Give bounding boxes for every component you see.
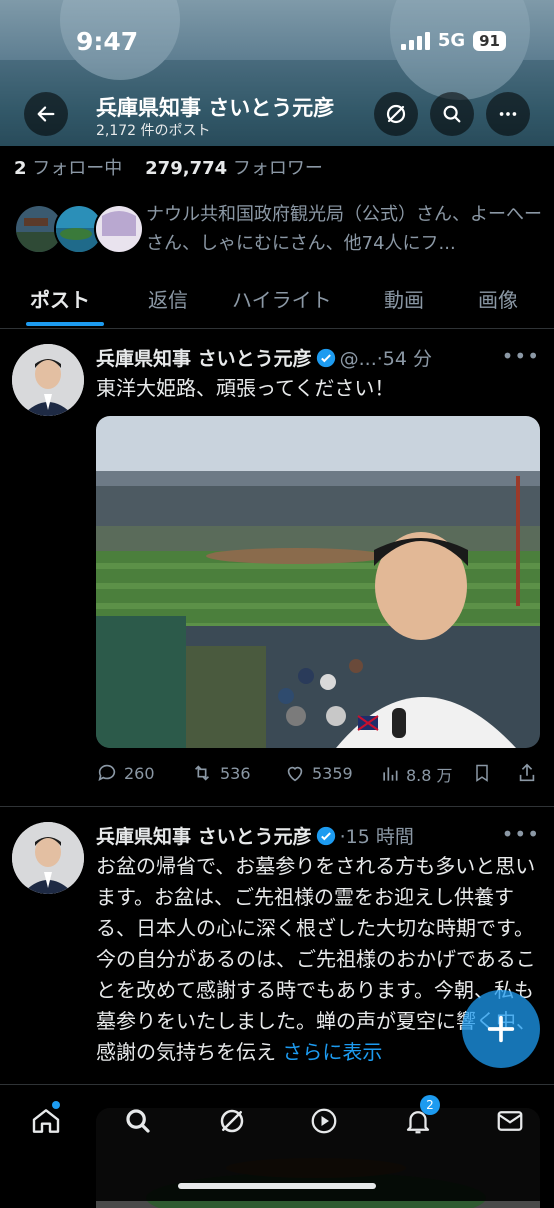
status-time: 9:47 (76, 27, 139, 56)
plus-icon (487, 1015, 515, 1043)
arrow-left-icon (37, 106, 55, 122)
reply-button[interactable]: 260 (96, 762, 155, 784)
avatar (94, 204, 144, 254)
compose-button[interactable] (462, 990, 540, 1068)
more-options-button[interactable] (486, 92, 530, 136)
avatar[interactable] (12, 822, 84, 894)
avatar[interactable] (12, 344, 84, 416)
tab-replies[interactable]: 返信 (148, 284, 188, 313)
nav-search[interactable] (118, 1101, 158, 1141)
post-count: 2,172 件のポスト (96, 123, 211, 139)
grok-button[interactable] (374, 92, 418, 136)
tab-posts[interactable]: ポスト (30, 284, 90, 313)
author-name[interactable]: 兵庫県知事 さいとう元彦 (96, 348, 312, 370)
post-time[interactable]: 15 時間 (346, 826, 414, 848)
signal-icon (400, 31, 430, 50)
share-icon (519, 763, 535, 782)
reply-count: 260 (124, 763, 155, 783)
nav-home[interactable] (26, 1101, 66, 1141)
search-icon (443, 105, 461, 123)
grok-icon (220, 1109, 244, 1133)
followers-you-know-avatars[interactable] (14, 204, 144, 254)
tab-highlights[interactable]: ハイライト (232, 284, 332, 313)
heart-icon (287, 766, 303, 782)
verified-badge-icon (316, 826, 336, 851)
post-header: 兵庫県知事 さいとう元彦 ·15 時間 (96, 822, 414, 851)
post-text[interactable]: 東洋大姫路、頑張ってください！ (96, 373, 544, 404)
post-time[interactable]: 54 分 (383, 348, 432, 370)
tab-media[interactable]: 画像 (478, 284, 518, 313)
share-button[interactable] (516, 762, 538, 784)
verified-badge-icon (316, 348, 336, 373)
post-more-button[interactable]: ••• (502, 822, 540, 846)
repost-button[interactable]: 536 (190, 762, 251, 784)
analytics-icon (383, 767, 398, 781)
notification-badge: 2 (420, 1095, 440, 1115)
profile-header: 9:47 5G 91 兵庫県知事 さいとう元彦 2,172 件のポスト (0, 0, 554, 146)
status-indicators: 5G 91 (400, 30, 506, 51)
post-divider (0, 806, 554, 807)
bookmark-icon (476, 764, 488, 782)
nav-notifications[interactable]: 2 (398, 1095, 440, 1141)
profile-tabs: ポスト 返信 ハイライト 動画 画像 (0, 276, 554, 329)
battery-icon: 91 (473, 30, 506, 51)
repost-count: 536 (220, 763, 251, 783)
post-actions: 260 536 5359 8.8 万 (96, 762, 546, 788)
post-header: 兵庫県知事 さいとう元彦 @...·54 分 (96, 344, 432, 373)
page-title: 兵庫県知事 さいとう元彦 (96, 96, 335, 120)
views-button[interactable]: 8.8 万 (380, 762, 453, 786)
more-icon (499, 112, 517, 116)
post-more-button[interactable]: ••• (502, 344, 540, 368)
like-count: 5359 (312, 763, 353, 783)
like-button[interactable]: 5359 (284, 762, 353, 784)
unread-dot (52, 1101, 60, 1109)
network-type: 5G (437, 30, 466, 51)
author-handle[interactable]: @... (340, 348, 377, 370)
view-count: 8.8 万 (406, 766, 453, 785)
repost-icon (194, 765, 210, 781)
post-image[interactable] (96, 416, 540, 748)
home-indicator (178, 1183, 376, 1189)
bookmark-button[interactable] (472, 762, 492, 784)
grok-icon (386, 104, 406, 124)
nav-video[interactable] (304, 1101, 344, 1141)
play-icon (311, 1108, 337, 1134)
search-button[interactable] (430, 92, 474, 136)
mail-icon (497, 1111, 523, 1131)
follow-stats: 2 フォロー中 279,774 フォロワー (14, 154, 323, 180)
back-button[interactable] (24, 92, 68, 136)
tab-videos[interactable]: 動画 (384, 284, 424, 313)
active-tab-indicator (26, 322, 104, 326)
search-icon (126, 1109, 150, 1133)
followers-link[interactable]: 279,774 フォロワー (145, 158, 323, 179)
reply-icon (98, 764, 116, 781)
home-icon (32, 1109, 60, 1133)
followers-you-know-text[interactable]: ナウル共和国政府観光局（公式）さん、よーへーさん、しゃにむにさん、他74人にフ.… (146, 200, 542, 258)
nav-messages[interactable] (490, 1101, 530, 1141)
nav-grok[interactable] (212, 1101, 252, 1141)
author-name[interactable]: 兵庫県知事 さいとう元彦 (96, 826, 312, 848)
following-link[interactable]: 2 フォロー中 (14, 158, 122, 179)
show-more-link[interactable]: さらに表示 (282, 1040, 382, 1064)
